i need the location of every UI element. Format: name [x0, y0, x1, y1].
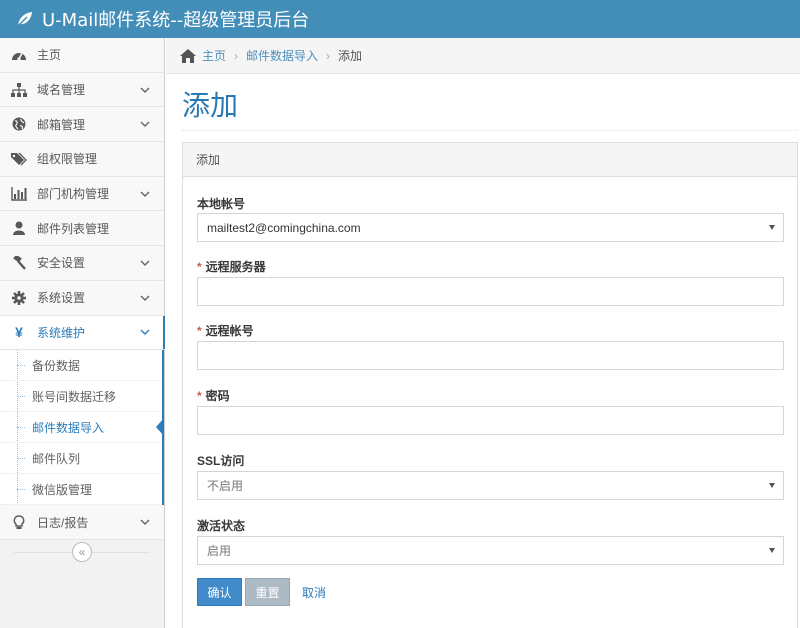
breadcrumb-current: 添加	[338, 49, 363, 63]
sidebar-item-label: 安全设置	[37, 256, 86, 271]
remote-account-label: * 远程帐号	[197, 322, 254, 339]
breadcrumb-separator: ›	[326, 48, 331, 63]
ssl-label-text: SSL访问	[197, 454, 245, 468]
sidebar-item-label: 主页	[37, 48, 62, 63]
caret-down-icon	[769, 548, 775, 553]
cancel-link[interactable]: 取消	[297, 578, 331, 606]
caret-down-icon	[769, 483, 775, 488]
page-title: 添加	[182, 89, 239, 122]
chevron-down-icon	[140, 295, 154, 301]
ssl-value: 不启用	[207, 479, 244, 493]
breadcrumb-separator: ›	[234, 48, 239, 63]
leaf-icon	[16, 9, 36, 29]
globe-icon	[10, 116, 28, 132]
sidebar-item-label: 部门机构管理	[37, 187, 110, 202]
sidebar-item-domain[interactable]: 域名管理	[0, 72, 164, 108]
password-input[interactable]	[197, 406, 784, 435]
bar-chart-icon	[10, 186, 28, 202]
activation-label: 激活状态	[197, 517, 245, 534]
title-divider	[182, 130, 798, 131]
lightbulb-icon	[10, 514, 28, 530]
activation-select[interactable]: 启用	[197, 536, 784, 565]
submenu-item-account-migration[interactable]: 账号间数据迁移	[0, 381, 162, 413]
ssl-select[interactable]: 不启用	[197, 471, 784, 500]
cog-icon	[10, 290, 28, 306]
sidebar-item-departments[interactable]: 部门机构管理	[0, 176, 164, 212]
sidebar-item-label: 邮箱管理	[37, 117, 86, 132]
reset-button[interactable]: 重置	[245, 578, 290, 606]
app-title[interactable]: U-Mail邮件系统--超级管理员后台	[42, 6, 309, 32]
sidebar-item-label: 组权限管理	[37, 152, 98, 167]
submenu-item-mail-queue[interactable]: 邮件队列	[0, 443, 162, 475]
local-account-select[interactable]: mailtest2@comingchina.com	[197, 213, 784, 242]
chevron-down-icon	[140, 519, 154, 526]
chevron-down-icon	[140, 260, 154, 266]
submenu-item-mail-import[interactable]: 邮件数据导入	[0, 412, 164, 444]
sidebar-item-label: 域名管理	[37, 83, 86, 98]
password-label-text: 密码	[205, 389, 230, 403]
confirm-button[interactable]: 确认	[197, 578, 242, 606]
sidebar-item-group-permissions[interactable]: 组权限管理	[0, 142, 164, 177]
sidebar: 主页 域名管理 邮箱管理 组权限管理 部门机构管理 邮件列表管理 安全设置 系统…	[0, 38, 165, 628]
yen-icon: ¥	[15, 324, 23, 341]
chevron-down-icon	[140, 329, 154, 336]
breadcrumb-section-link[interactable]: 邮件数据导入	[246, 47, 318, 64]
form-panel: 添加 本地帐号 mailtest2@comingchina.com * 远程服务器…	[182, 142, 798, 628]
panel-heading: 添加	[183, 143, 797, 177]
required-marker: *	[197, 260, 202, 274]
sidebar-item-label: 系统维护	[37, 325, 86, 340]
remote-account-label-text: 远程帐号	[205, 324, 254, 338]
gavel-icon	[10, 255, 28, 271]
sidebar-item-mailbox[interactable]: 邮箱管理	[0, 107, 164, 143]
sidebar-item-label: 邮件列表管理	[37, 221, 110, 236]
breadcrumb-home-link[interactable]: 主页	[202, 47, 226, 64]
user-icon	[10, 220, 28, 236]
caret-down-icon	[769, 225, 775, 230]
remote-server-label-text: 远程服务器	[205, 260, 266, 274]
submenu-item-wechat-admin[interactable]: 微信版管理	[0, 474, 162, 506]
remote-server-input[interactable]	[197, 277, 784, 306]
sidebar-item-mailing-lists[interactable]: 邮件列表管理	[0, 211, 164, 247]
submenu-item-backup[interactable]: 备份数据	[0, 350, 162, 382]
sidebar-item-label: 系统设置	[37, 291, 86, 306]
breadcrumb: 主页 › 邮件数据导入 › 添加	[166, 38, 800, 74]
sidebar-item-home[interactable]: 主页	[0, 38, 164, 73]
password-label: * 密码	[197, 387, 230, 404]
remote-server-label: * 远程服务器	[197, 258, 266, 275]
sidebar-item-system-maintenance[interactable]: ¥ 系统维护	[0, 315, 165, 351]
tags-icon	[10, 151, 28, 167]
local-account-label: 本地帐号	[197, 195, 245, 212]
chevron-down-icon	[140, 191, 154, 197]
sidebar-item-system-settings[interactable]: 系统设置	[0, 280, 164, 316]
activation-label-text: 激活状态	[197, 519, 246, 533]
remote-account-input[interactable]	[197, 341, 784, 370]
local-account-label-text: 本地帐号	[197, 197, 246, 211]
top-navbar: U-Mail邮件系统--超级管理员后台	[0, 0, 800, 38]
sidebar-item-logs-reports[interactable]: 日志/报告	[0, 505, 164, 540]
ssl-label: SSL访问	[197, 452, 244, 469]
double-chevron-left-icon[interactable]: «	[72, 541, 92, 562]
sidebar-item-security[interactable]: 安全设置	[0, 246, 164, 281]
sitemap-icon	[10, 82, 28, 98]
chevron-down-icon	[140, 87, 154, 93]
local-account-value: mailtest2@comingchina.com	[207, 220, 361, 235]
activation-value: 启用	[207, 544, 232, 558]
dashboard-icon	[10, 47, 28, 63]
chevron-down-icon	[140, 121, 154, 128]
required-marker: *	[197, 389, 202, 403]
sidebar-collapse-bar: «	[0, 540, 164, 564]
home-icon	[180, 48, 196, 63]
sidebar-item-label: 日志/报告	[37, 515, 89, 530]
required-marker: *	[197, 324, 202, 338]
system-maintenance-submenu: 备份数据 账号间数据迁移 邮件数据导入 邮件队列 微信版管理	[0, 350, 164, 506]
